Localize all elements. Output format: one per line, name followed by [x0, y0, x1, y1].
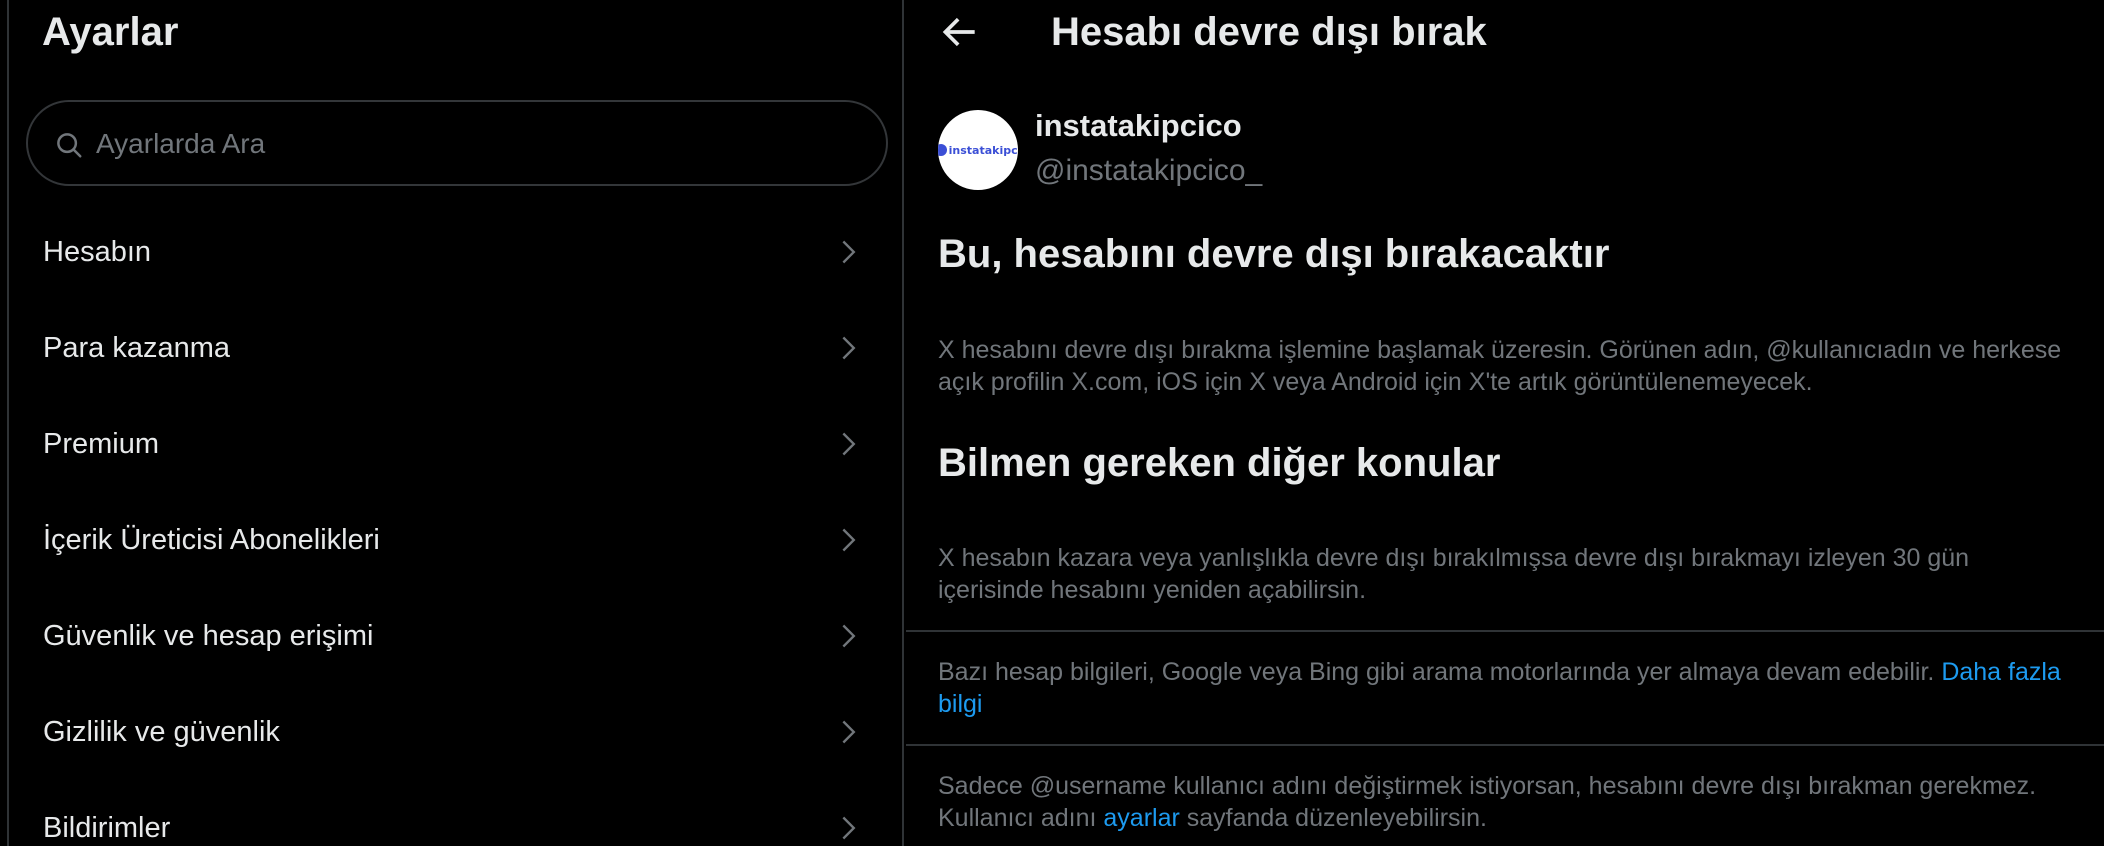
- settings-title: Ayarlar: [42, 10, 179, 54]
- profile-handle: @instatakipcico_: [1035, 154, 1263, 187]
- settings-search-input[interactable]: [94, 116, 858, 172]
- paragraph-text: sayfanda düzenleyebilirsin.: [1186, 804, 1487, 832]
- settings-item-label: Premium: [43, 427, 160, 460]
- settings-item-notifications[interactable]: Bildirimler: [9, 780, 902, 846]
- section-heading-deactivate: Bu, hesabını devre dışı bırakacaktır: [938, 232, 1610, 276]
- settings-item-security[interactable]: Güvenlik ve hesap erişimi: [9, 588, 902, 684]
- settings-item-monetization[interactable]: Para kazanma: [9, 300, 902, 396]
- page-title: Hesabı devre dışı bırak: [1051, 10, 1487, 54]
- paragraph-reactivation: X hesabın kazara veya yanlışlıkla devre …: [938, 544, 1970, 604]
- deactivate-panel: Hesabı devre dışı bırak instatakipci ins…: [906, 0, 2104, 846]
- divider: [906, 744, 2104, 746]
- settings-item-label: Gizlilik ve güvenlik: [43, 715, 280, 748]
- paragraph-text: Bazı hesap bilgileri, Google veya Bing g…: [938, 658, 1935, 686]
- chevron-right-icon: [842, 240, 856, 264]
- settings-item-account[interactable]: Hesabın: [9, 204, 902, 300]
- divider: [906, 630, 2104, 632]
- settings-menu: Hesabın Para kazanma Premium İçerik Üret…: [9, 204, 902, 846]
- section-heading-other: Bilmen gereken diğer konular: [938, 441, 1501, 485]
- avatar-logo: instatakipci: [938, 144, 1018, 157]
- settings-column: Ayarlar Hesabın Para kazanma Premium İçe…: [7, 0, 904, 846]
- chevron-right-icon: [842, 336, 856, 360]
- settings-item-label: İçerik Üreticisi Abonelikleri: [43, 523, 380, 556]
- chevron-right-icon: [842, 816, 856, 840]
- settings-item-label: Güvenlik ve hesap erişimi: [43, 619, 374, 652]
- paragraph-search-engines: Bazı hesap bilgileri, Google veya Bing g…: [938, 656, 2078, 720]
- paragraph-deactivate-info: X hesabını devre dışı bırakma işlemine b…: [938, 336, 2062, 396]
- logo-badge-icon: [938, 144, 947, 156]
- chevron-right-icon: [842, 720, 856, 744]
- settings-search-box[interactable]: [26, 100, 888, 186]
- search-icon: [57, 133, 82, 158]
- settings-item-creator-subscriptions[interactable]: İçerik Üreticisi Abonelikleri: [9, 492, 902, 588]
- back-arrow-icon[interactable]: [938, 10, 982, 54]
- chevron-right-icon: [842, 528, 856, 552]
- settings-item-label: Bildirimler: [43, 811, 171, 844]
- settings-item-label: Para kazanma: [43, 331, 230, 364]
- chevron-right-icon: [842, 432, 856, 456]
- settings-item-label: Hesabın: [43, 235, 152, 268]
- chevron-right-icon: [842, 624, 856, 648]
- profile-display-name: instatakipcico: [1035, 108, 1242, 143]
- settings-item-premium[interactable]: Premium: [9, 396, 902, 492]
- settings-link[interactable]: ayarlar: [1103, 804, 1179, 832]
- avatar: instatakipci: [938, 110, 1018, 190]
- avatar-logo-text: instatakipci: [948, 143, 1018, 157]
- settings-item-privacy[interactable]: Gizlilik ve güvenlik: [9, 684, 902, 780]
- paragraph-username: Sadece @username kullanıcı adını değişti…: [938, 770, 2078, 834]
